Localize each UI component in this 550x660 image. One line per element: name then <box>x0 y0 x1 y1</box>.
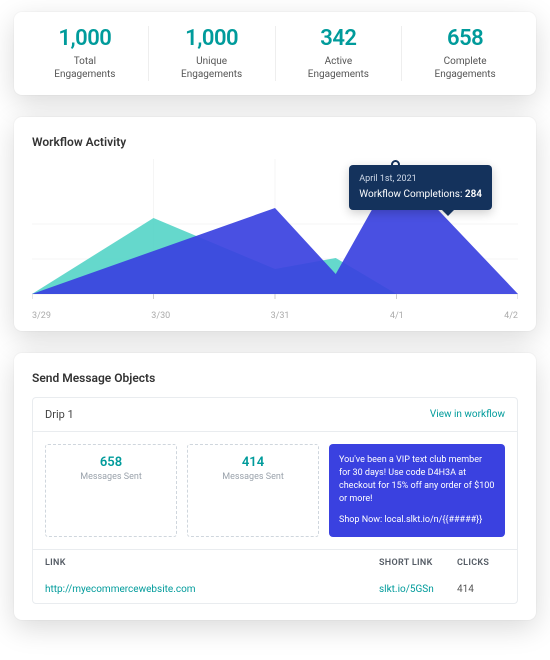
chart-area[interactable]: April 1st, 2021 Workflow Completions: 28… <box>32 159 518 309</box>
stat-total: 1,000 Total Engagements <box>22 26 149 81</box>
table-head-row: LINK SHORT LINK CLICKS <box>33 550 517 576</box>
stat-label: Unique Engagements <box>149 55 275 81</box>
drip-body: 658 Messages Sent 414 Messages Sent You'… <box>33 432 517 549</box>
stat-label: Active Engagements <box>276 55 402 81</box>
drip-panel: Drip 1 View in workflow 658 Messages Sen… <box>32 397 518 604</box>
tooltip-value: Workflow Completions: 284 <box>359 187 482 202</box>
col-link: LINK <box>45 558 379 568</box>
tooltip-date: April 1st, 2021 <box>359 173 482 187</box>
messages-sent-count: 658 <box>50 455 172 470</box>
send-message-objects-card: Send Message Objects Drip 1 View in work… <box>14 353 536 620</box>
stat-unique: 1,000 Unique Engagements <box>149 26 276 81</box>
chart-x-axis: 3/29 3/30 3/31 4/1 4/2 <box>32 309 518 323</box>
x-tick: 3/30 <box>151 311 170 321</box>
messages-sent-count: 414 <box>192 455 314 470</box>
links-table: LINK SHORT LINK CLICKS http://myecommerc… <box>33 549 517 603</box>
table-row: http://myecommercewebsite.com slkt.io/5G… <box>33 576 517 603</box>
stat-value: 1,000 <box>149 26 275 51</box>
messages-sent-label: Messages Sent <box>50 472 172 482</box>
workflow-activity-card: Workflow Activity April 1st, 2021 Wor <box>14 117 536 331</box>
x-tick: 3/31 <box>271 311 290 321</box>
drip-header: Drip 1 View in workflow <box>33 398 517 432</box>
drip-name: Drip 1 <box>45 408 74 421</box>
x-tick: 4/2 <box>504 311 518 321</box>
short-link[interactable]: slkt.io/5GSn <box>379 584 457 595</box>
stat-label: Complete Engagements <box>402 55 528 81</box>
x-tick: 4/1 <box>390 311 404 321</box>
stat-value: 1,000 <box>22 26 148 51</box>
messages-sent-box-1[interactable]: 658 Messages Sent <box>45 444 177 537</box>
chart-title: Workflow Activity <box>32 135 518 149</box>
stats-card: 1,000 Total Engagements 1,000 Unique Eng… <box>14 12 536 95</box>
stat-active: 342 Active Engagements <box>276 26 403 81</box>
messages-sent-label: Messages Sent <box>192 472 314 482</box>
stat-label: Total Engagements <box>22 55 148 81</box>
message-preview-body: You've been a VIP text club member for 3… <box>339 454 495 506</box>
message-preview: You've been a VIP text club member for 3… <box>329 444 505 537</box>
col-clicks: CLICKS <box>457 558 505 568</box>
stat-value: 658 <box>402 26 528 51</box>
message-preview-cta: Shop Now: local.slkt.io/n/{{#####}} <box>339 514 495 527</box>
messages-sent-box-2[interactable]: 414 Messages Sent <box>187 444 319 537</box>
link-url[interactable]: http://myecommercewebsite.com <box>45 584 379 595</box>
col-short: SHORT LINK <box>379 558 457 568</box>
stat-value: 342 <box>276 26 402 51</box>
click-count: 414 <box>457 584 505 595</box>
chart-tooltip: April 1st, 2021 Workflow Completions: 28… <box>349 165 492 210</box>
view-in-workflow-link[interactable]: View in workflow <box>430 409 505 420</box>
stat-complete: 658 Complete Engagements <box>402 26 528 81</box>
x-tick: 3/29 <box>32 311 51 321</box>
section-title: Send Message Objects <box>32 371 518 385</box>
